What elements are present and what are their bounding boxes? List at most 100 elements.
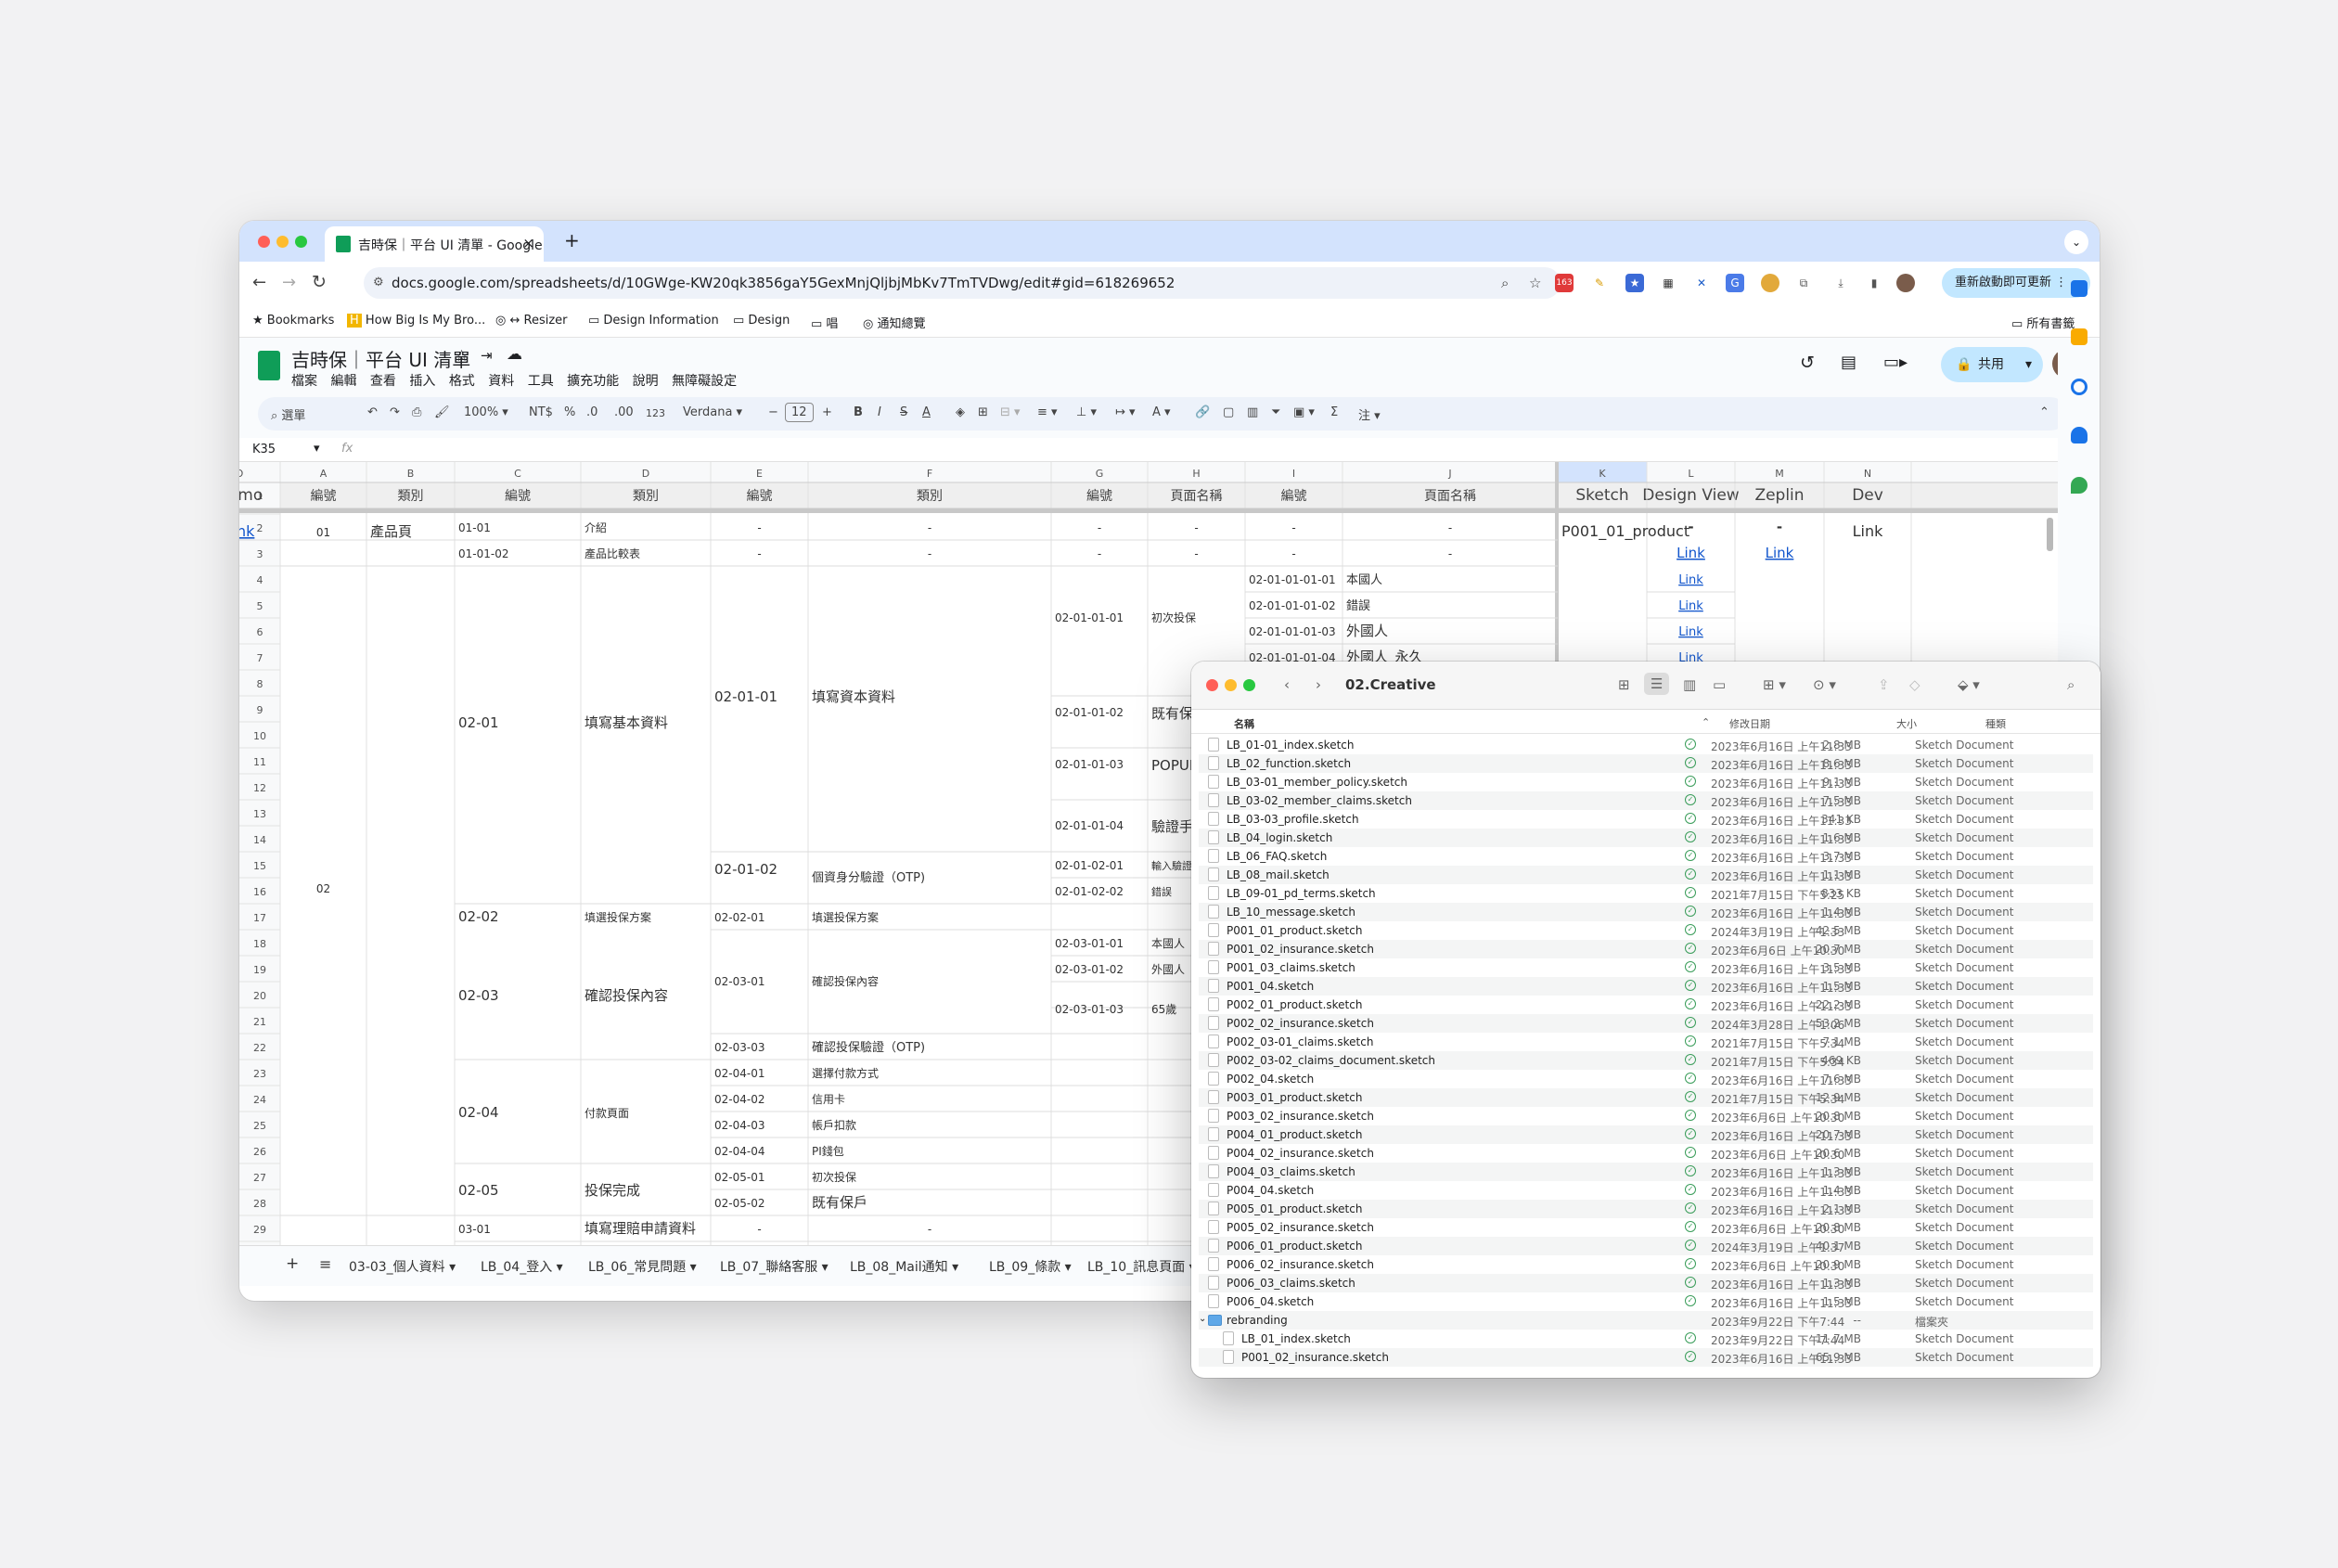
row-number[interactable]: 12: [253, 782, 266, 794]
sort-chevron-icon[interactable]: ⌃: [1702, 716, 1710, 728]
column-kind[interactable]: 種類: [1985, 716, 2006, 731]
share-icon[interactable]: ⇪: [1878, 676, 1890, 693]
list-view-icon[interactable]: ☰: [1644, 673, 1670, 695]
menu-extensions[interactable]: 擴充功能: [567, 374, 619, 389]
finder-forward-chevron-icon[interactable]: ›: [1316, 676, 1321, 693]
zeplin-link[interactable]: Link: [1766, 545, 1794, 561]
tab-search-chevron-icon[interactable]: ⌄: [2064, 230, 2088, 254]
name-box[interactable]: K35: [252, 443, 276, 456]
text-color-icon[interactable]: A: [922, 405, 931, 419]
column-letter-e[interactable]: E: [756, 468, 763, 480]
insert-chart-icon[interactable]: ▥: [1247, 405, 1258, 419]
bold-icon[interactable]: B: [854, 405, 863, 419]
row-number[interactable]: 2: [257, 522, 263, 534]
sheet-tab[interactable]: LB_09_條款 ▾: [989, 1257, 1072, 1276]
column-letter-n[interactable]: N: [1864, 468, 1871, 480]
add-sheet-button[interactable]: +: [286, 1254, 299, 1273]
row-number[interactable]: 7: [257, 652, 263, 664]
column-letter-i[interactable]: I: [1292, 468, 1295, 480]
browser-tab[interactable]: 吉時保｜平台 UI 清單 - Google ×: [325, 226, 544, 262]
decrease-decimal[interactable]: .0: [586, 405, 597, 419]
file-row[interactable]: P004_01_product.sketch ✓ 2023年6月16日 上午11:3…: [1199, 1125, 2093, 1144]
column-letter-l[interactable]: L: [1688, 468, 1694, 480]
row-number[interactable]: 27: [253, 1172, 266, 1184]
search-menu[interactable]: ⌕ 選單: [271, 405, 305, 423]
file-row[interactable]: P002_03-01_claims.sketch ✓ 2021年7月15日 下午5:…: [1199, 1033, 2093, 1051]
all-bookmarks-folder[interactable]: ▭ 所有書籤: [2011, 314, 2075, 331]
forward-arrow-icon[interactable]: →: [282, 273, 296, 292]
profile-avatar[interactable]: [1896, 274, 1915, 292]
row-number[interactable]: 20: [253, 990, 266, 1002]
row-number[interactable]: 21: [253, 1016, 266, 1028]
column-letter-m[interactable]: M: [1775, 468, 1784, 480]
menu-edit[interactable]: 編輯: [330, 374, 356, 389]
tag-icon[interactable]: ◇: [1909, 676, 1920, 693]
row-number[interactable]: 28: [253, 1198, 266, 1210]
extension-globe-icon[interactable]: [1761, 274, 1779, 292]
file-row[interactable]: P005_02_insurance.sketch ✓ 2023年6月6日 上午10:…: [1199, 1218, 2093, 1237]
input-tools-icon[interactable]: 注 ▾: [1358, 405, 1381, 423]
relaunch-update-button[interactable]: 重新啟動即可更新 ⋮: [1942, 268, 2090, 298]
horizontal-align-icon[interactable]: ≡ ▾: [1037, 405, 1058, 419]
disclosure-chevron-icon[interactable]: ⌄: [1199, 1314, 1206, 1324]
row-number[interactable]: 29: [253, 1224, 266, 1236]
collapse-toolbar-icon[interactable]: ⌃: [2039, 405, 2049, 419]
column-letter-h[interactable]: H: [1192, 468, 1200, 480]
column-letter-d[interactable]: D: [642, 468, 649, 480]
percent-format[interactable]: %: [564, 405, 575, 419]
italic-icon[interactable]: I: [878, 405, 881, 419]
print-icon[interactable]: ⎙: [412, 405, 421, 419]
borders-icon[interactable]: ⊞: [978, 405, 988, 419]
file-row[interactable]: LB_09-01_pd_terms.sketch ✓ 2021年7月15日 下午5:…: [1199, 884, 2093, 903]
functions-icon[interactable]: Σ: [1330, 405, 1338, 419]
file-row[interactable]: LB_01_index.sketch ✓ 2023年9月22日 下午7:44 11.7…: [1199, 1330, 2093, 1348]
row-number[interactable]: 14: [253, 834, 266, 846]
extension-star-icon[interactable]: ★: [1625, 274, 1644, 292]
extension-pen-icon[interactable]: ✎: [1590, 274, 1609, 292]
dropbox-icon[interactable]: ⬙ ▾: [1958, 676, 1980, 693]
increase-decimal[interactable]: .00: [614, 405, 634, 419]
gallery-view-icon[interactable]: ▭: [1713, 676, 1726, 693]
column-letter-c[interactable]: C: [514, 468, 521, 480]
row-number[interactable]: 8: [257, 678, 263, 690]
file-row[interactable]: P005_01_product.sketch ✓ 2023年6月16日 上午11:3…: [1199, 1200, 2093, 1218]
reload-icon[interactable]: ↻: [312, 272, 327, 292]
site-info-icon[interactable]: ⚙: [373, 267, 384, 299]
paint-format-icon[interactable]: 🖌: [434, 405, 450, 419]
row-number[interactable]: 5: [257, 600, 263, 612]
maps-icon[interactable]: [2071, 477, 2088, 494]
bookmark-folder-design[interactable]: ▭ Design: [733, 314, 790, 328]
file-row[interactable]: P001_01_product.sketch ✓ 2024年3月19日 上午1:33…: [1199, 921, 2093, 940]
file-row[interactable]: LB_06_FAQ.sketch ✓ 2023年6月16日 上午11:33 3.7 M…: [1199, 847, 2093, 866]
bookmark-item-resizer[interactable]: ◎ ↔ Resizer: [495, 314, 568, 328]
sheet-tab[interactable]: LB_07_聯絡客服 ▾: [720, 1257, 829, 1276]
menu-format[interactable]: 格式: [449, 374, 475, 389]
cloud-status-icon[interactable]: ☁: [507, 345, 522, 364]
sheet-tab[interactable]: LB_04_登入 ▾: [481, 1257, 563, 1276]
filter-views-icon[interactable]: ▣ ▾: [1293, 405, 1315, 419]
design-view-link[interactable]: Link: [1678, 625, 1703, 639]
file-row[interactable]: P001_03_claims.sketch ✓ 2023年6月16日 上午11:33…: [1199, 958, 2093, 977]
minimize-window-button[interactable]: [276, 236, 289, 248]
file-row[interactable]: LB_02_function.sketch ✓ 2023年6月16日 上午11:33…: [1199, 754, 2093, 773]
row-number[interactable]: 23: [253, 1068, 266, 1080]
menu-insert[interactable]: 插入: [409, 374, 435, 389]
file-row[interactable]: P004_03_claims.sketch ✓ 2023年6月16日 上午11:33…: [1199, 1163, 2093, 1181]
font-select[interactable]: Verdana ▾: [683, 405, 742, 419]
column-letter-k[interactable]: K: [1599, 468, 1606, 480]
file-row[interactable]: P006_04.sketch ✓ 2023年6月16日 上午11:33 1.5 MB S…: [1199, 1292, 2093, 1311]
comments-icon[interactable]: ▤: [1841, 353, 1856, 372]
action-menu-icon[interactable]: ⊙ ▾: [1813, 676, 1836, 693]
file-row[interactable]: P006_01_product.sketch ✓ 2024年3月19日 上午1:37…: [1199, 1237, 2093, 1255]
file-row[interactable]: LB_10_message.sketch ✓ 2023年6月16日 上午11:33 1…: [1199, 903, 2093, 921]
file-row[interactable]: P006_02_insurance.sketch ✓ 2023年6月6日 上午10:…: [1199, 1255, 2093, 1274]
row-number[interactable]: 3: [257, 548, 263, 560]
file-row[interactable]: LB_04_login.sketch ✓ 2023年6月16日 上午11:33 1.6…: [1199, 829, 2093, 847]
back-arrow-icon[interactable]: ←: [252, 273, 266, 292]
insert-comment-icon[interactable]: ▢: [1223, 405, 1234, 419]
font-size-decrease[interactable]: −: [768, 405, 778, 419]
redo-icon[interactable]: ↷: [390, 405, 400, 419]
design-view-link[interactable]: Link: [1676, 545, 1705, 561]
extension-x-icon[interactable]: ✕: [1692, 274, 1711, 292]
tasks-icon[interactable]: [2071, 379, 2088, 395]
